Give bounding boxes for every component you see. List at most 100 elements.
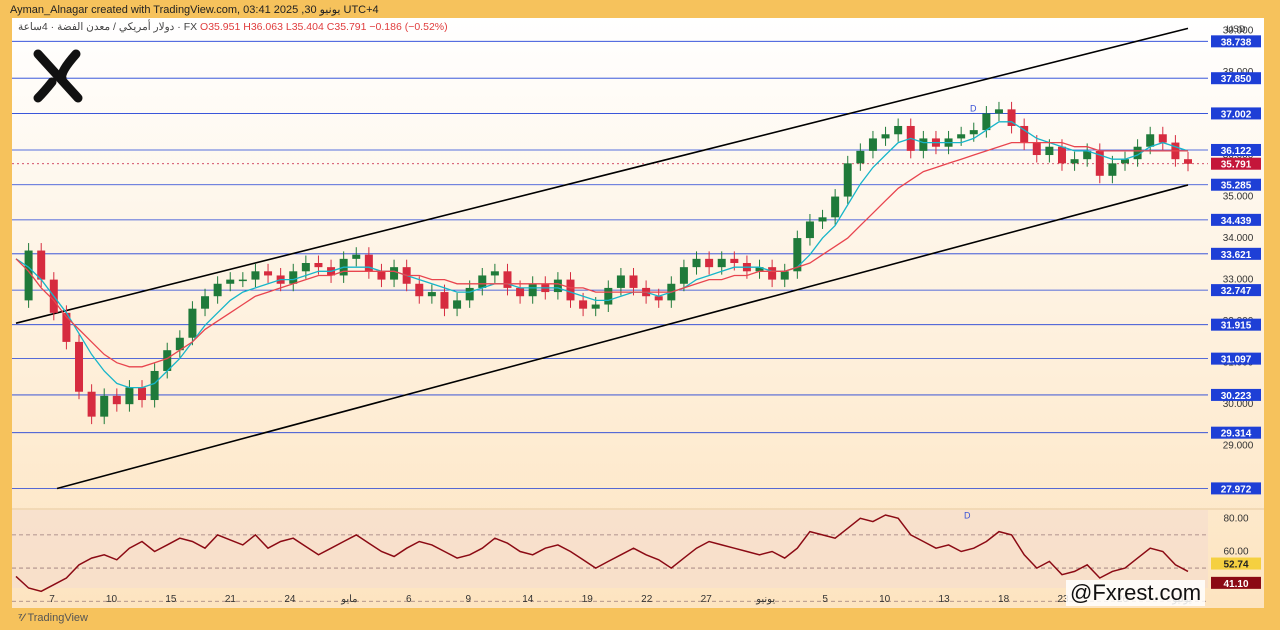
candle-body [868, 138, 877, 151]
candle-body [226, 279, 235, 284]
candle-body [125, 387, 134, 405]
candle-body [1057, 146, 1066, 164]
candle-body [780, 271, 789, 280]
level-badge-label: 29.314 [1221, 429, 1252, 440]
x-tick-label: 14 [522, 594, 534, 605]
y-tick-label: 29.000 [1223, 441, 1254, 452]
candle-body [37, 250, 46, 280]
tradingview-brand: ⁷⁄ TradingView [18, 612, 88, 624]
candle-body [730, 258, 739, 263]
candle-body [856, 150, 865, 164]
level-badge-label: 27.972 [1221, 484, 1252, 495]
candle-body [1070, 159, 1079, 164]
chart-area: USD39.00038.00037.00036.00035.00034.0003… [12, 18, 1264, 608]
candle-body [490, 271, 499, 276]
candle-body [238, 279, 247, 282]
candle-body [705, 258, 714, 268]
candle-body [264, 271, 273, 276]
candle-body [427, 292, 436, 297]
candle-body [150, 370, 159, 401]
rsi-divergence-label: D [964, 510, 971, 520]
x-tick-label: 21 [225, 594, 237, 605]
candle-body [478, 275, 487, 288]
candle-body [831, 196, 840, 218]
rsi-pane [12, 510, 1208, 588]
x-tick-label: 5 [822, 594, 828, 605]
candle-body [251, 271, 260, 280]
x-tick-label: 13 [939, 594, 951, 605]
candle-body [415, 283, 424, 297]
level-badge-label: 31.097 [1221, 355, 1252, 366]
candle-body [112, 395, 121, 405]
x-logo-icon [30, 48, 86, 109]
candle-body [301, 263, 310, 272]
candle-body [213, 283, 222, 297]
candle-body [843, 163, 852, 197]
candle-body [440, 292, 449, 309]
candle-body [138, 387, 147, 401]
level-badge-label: 35.285 [1221, 181, 1252, 192]
candle-body [100, 395, 109, 417]
rsi-value-label: 52.74 [1223, 560, 1248, 571]
candle-body [314, 263, 323, 268]
y-tick-label: 34.000 [1223, 233, 1254, 244]
x-tick-label: 22 [641, 594, 653, 605]
brand-text: TradingView [27, 612, 88, 624]
x-tick-label: 15 [165, 594, 177, 605]
credit-line: Ayman_Alnagar created with TradingView.c… [10, 4, 379, 16]
candle-body [1045, 146, 1054, 156]
candle-body [818, 217, 827, 222]
candle-body [503, 271, 512, 288]
x-tick-label: 7 [49, 594, 55, 605]
level-badge-label: 38.738 [1221, 37, 1252, 48]
rsi-tick-label: 80.00 [1223, 513, 1248, 524]
candle-body [1146, 134, 1155, 147]
rsi-value-label: 41.10 [1223, 579, 1248, 590]
candle-body [516, 287, 525, 297]
change-value: −0.186 (−0.52%) [369, 21, 448, 33]
chart-svg[interactable]: USD39.00038.00037.00036.00035.00034.0003… [12, 18, 1264, 608]
rsi-tick-label: 60.00 [1223, 546, 1248, 557]
y-tick-label: 33.000 [1223, 275, 1254, 286]
candle-body [604, 287, 613, 305]
candle-body [692, 258, 701, 268]
candle-body [201, 296, 210, 309]
level-badge-label: 30.223 [1221, 391, 1252, 402]
x-tick-label: 6 [406, 594, 412, 605]
candle-body [768, 267, 777, 280]
candle-body [1158, 134, 1167, 143]
candle-body [591, 304, 600, 309]
x-tick-label: 18 [998, 594, 1010, 605]
candle-body [453, 300, 462, 309]
candle-body [352, 254, 361, 259]
candle-body [957, 134, 966, 139]
x-tick-label: 10 [879, 594, 891, 605]
candle-body [894, 125, 903, 135]
y-tick-label: 39.000 [1223, 25, 1254, 36]
candle-body [188, 308, 197, 338]
x-tick-label: 9 [466, 594, 472, 605]
level-badge-label: 37.002 [1221, 109, 1252, 120]
candle-body [881, 134, 890, 139]
level-badge-label: 33.621 [1221, 250, 1252, 261]
candle-body [289, 271, 298, 284]
candle-body [717, 258, 726, 268]
level-badge-label: 36.122 [1221, 146, 1252, 157]
candle-body [679, 267, 688, 284]
last-price-label: 35.791 [1221, 160, 1252, 171]
candle-body [579, 300, 588, 309]
x-tick-label: يونيو [755, 594, 775, 605]
candle-body [465, 287, 474, 301]
candle-body [805, 221, 814, 239]
level-badge-label: 34.439 [1221, 216, 1252, 227]
candle-body [1108, 163, 1117, 176]
symbol-name: دولار أمريكي / معدن الفضة · 4ساعة · FX [18, 21, 198, 33]
candle-body [87, 391, 96, 417]
high-value: H36.063 [243, 21, 283, 33]
candle-body [390, 267, 399, 280]
open-value: O35.951 [200, 21, 241, 33]
candle-body [377, 271, 386, 280]
candle-body [994, 109, 1003, 114]
watermark: @Fxrest.com [1066, 580, 1206, 606]
candle-body [364, 254, 373, 272]
